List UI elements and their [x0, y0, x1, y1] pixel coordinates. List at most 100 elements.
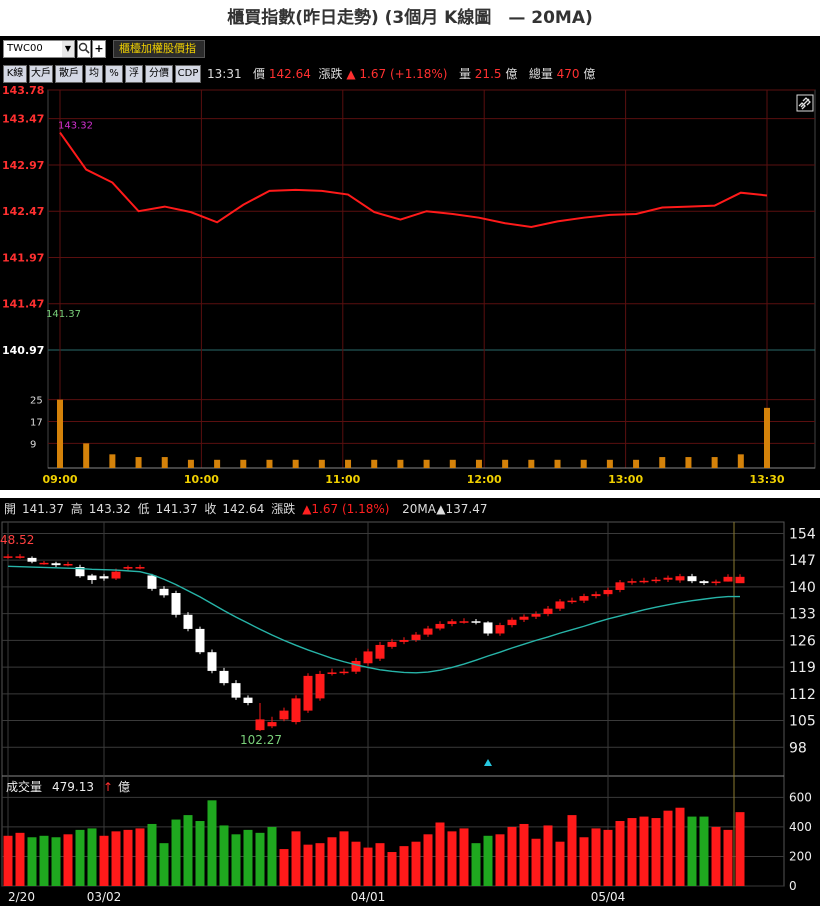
- volume-bar: [171, 819, 181, 886]
- candle-body: [315, 673, 325, 699]
- mode-button-ma[interactable]: 均: [85, 65, 103, 83]
- mode-button-price-dist[interactable]: 分價: [145, 65, 173, 83]
- volume-bar: [737, 454, 744, 468]
- intraday-chart: 143.78 143.47 142.97 142.47 141.97 141.47 140.…: [0, 84, 820, 490]
- volume-bar: [555, 841, 565, 886]
- volume-bar: [51, 837, 61, 886]
- candle-body: [207, 652, 217, 671]
- volume-bar: [111, 831, 121, 886]
- candle-body: [687, 576, 697, 582]
- volume-bar: [87, 828, 97, 886]
- mode-button-retail[interactable]: 散戶: [55, 65, 83, 83]
- volume-bar: [363, 847, 373, 886]
- volume-bar: [267, 826, 277, 886]
- volume-bar: [266, 459, 273, 468]
- volume-bar: [240, 459, 247, 468]
- info-high-label: 高: [71, 501, 83, 516]
- mode-button-float[interactable]: 浮: [125, 65, 143, 83]
- volume-bar: [109, 454, 116, 468]
- volume-bar: [291, 831, 301, 886]
- volume-bar: [502, 459, 509, 468]
- date-tick-label: 2/20: [8, 890, 35, 904]
- daily-k-chart: 開 141.37 高 143.32 低 141.37 收 142.64 漲跌 ▲1.67 (1.1…: [0, 498, 820, 906]
- price-tick-label: 112: [789, 687, 816, 703]
- volume-bar: [292, 459, 299, 468]
- candle-body: [111, 571, 121, 579]
- price-tick-label: 126: [789, 633, 816, 649]
- volume-bar: [99, 835, 109, 886]
- volume-bar: [15, 832, 25, 886]
- page-title: 櫃買指數(昨日走勢) (3個月 K線圖 — 20MA): [227, 8, 593, 28]
- volume-bar: [459, 828, 469, 886]
- volume-bar: [699, 816, 709, 886]
- candle-body: [699, 581, 709, 584]
- info-open-label: 開: [4, 502, 16, 516]
- volume-bar: [399, 846, 409, 886]
- volume-tick-label: 0: [789, 879, 797, 893]
- info-change-label: 漲跌: [271, 501, 295, 516]
- volume-bar: [123, 829, 133, 886]
- volume-tick-label: 9: [30, 439, 36, 450]
- change-value: ▲ 1.67 (+1.18%): [346, 67, 448, 81]
- intraday-chart-svg: 143.78 143.47 142.97 142.47 141.97 141.47 140.…: [2, 84, 816, 486]
- info-low: 141.37: [156, 502, 198, 516]
- volume-bar: [435, 822, 445, 886]
- plot-frame: [47, 89, 816, 469]
- candle-body: [447, 621, 457, 624]
- price-label: 價: [253, 67, 266, 81]
- volume-bar: [345, 459, 352, 468]
- candle-body: [39, 562, 49, 565]
- candle-body: [495, 625, 505, 634]
- candle-body: [711, 581, 721, 584]
- volume-tick-label: 25: [30, 396, 43, 407]
- volume-bar: [351, 841, 361, 886]
- volume-bar: [375, 843, 385, 886]
- mode-button-k[interactable]: K線: [3, 65, 27, 83]
- volume-label: 量: [458, 67, 471, 81]
- chevron-down-icon[interactable]: ▼: [62, 41, 74, 57]
- volume-bar: [318, 459, 325, 468]
- signal-triangle-icon: [484, 759, 492, 766]
- candle-body: [375, 644, 385, 659]
- candle-body: [735, 576, 745, 584]
- price-value: 142.64: [268, 67, 311, 81]
- quote-toolbar: K線 大戶 散戶 均 % 浮 分價 CDP 13:31 價 142.64 漲跌 …: [0, 62, 820, 86]
- volume-bar: [447, 831, 457, 886]
- candle-body: [63, 564, 73, 566]
- low-label: 141.37: [46, 309, 81, 320]
- volume-bar: [711, 457, 718, 468]
- candle-body: [363, 651, 373, 664]
- add-icon[interactable]: +: [92, 40, 106, 58]
- candle-body: [51, 563, 61, 566]
- candle-body: [339, 671, 349, 674]
- volume-tick-label: 400: [789, 820, 812, 834]
- candle-body: [531, 614, 541, 617]
- volume-bar: [423, 459, 430, 468]
- candle-body: [351, 660, 361, 672]
- candle-body: [651, 579, 661, 582]
- volume-bar: [231, 834, 241, 886]
- mode-button-cdp[interactable]: CDP: [175, 65, 201, 83]
- daily-k-chart-svg: 開 141.37 高 143.32 低 141.37 收 142.64 漲跌 ▲1.67 (1.1…: [0, 501, 816, 904]
- volume-bar: [159, 843, 169, 886]
- volume-bar: [27, 837, 37, 886]
- volume-bar: [735, 812, 745, 886]
- candle-body: [135, 567, 145, 569]
- candle-body: [399, 639, 409, 642]
- volume-bar: [580, 459, 587, 468]
- volume-tick-label: 17: [30, 418, 43, 429]
- price-tick-label: 141.47: [2, 298, 44, 311]
- volume-bar: [387, 852, 397, 886]
- mode-button-percent[interactable]: %: [105, 65, 123, 83]
- volume-bar: [255, 832, 265, 886]
- mode-button-big-holder[interactable]: 大戶: [29, 65, 53, 83]
- time-tick-label: 10:00: [184, 473, 219, 486]
- candle-body: [15, 556, 25, 558]
- search-icon[interactable]: [77, 40, 91, 58]
- index-button[interactable]: 櫃檯加權股價指: [113, 40, 205, 58]
- volume-value: 21.5: [474, 67, 502, 81]
- volume-bar: [687, 816, 697, 886]
- price-tick-label: 119: [789, 660, 816, 676]
- volume-bar: [183, 815, 193, 886]
- price-tick-label: 154: [789, 526, 816, 542]
